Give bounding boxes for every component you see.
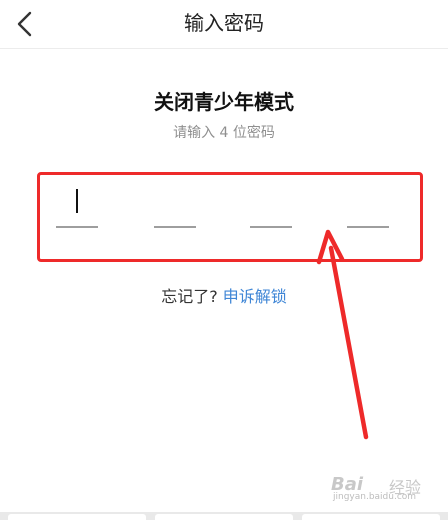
- password-hint: 请输入 4 位密码: [173, 125, 275, 141]
- text-cursor: [76, 189, 78, 213]
- pin-digit-2[interactable]: [154, 226, 196, 228]
- keyboard-key: [8, 514, 146, 520]
- appeal-unlock-link[interactable]: 申诉解锁: [223, 287, 287, 306]
- pin-digit-1[interactable]: [56, 226, 98, 228]
- forgot-password-row: 忘记了? 申诉解锁: [0, 286, 448, 308]
- top-navigation-bar: 输入密码: [0, 0, 448, 49]
- page-title: 输入密码: [184, 11, 264, 35]
- teen-mode-title: 关闭青少年模式: [154, 90, 294, 114]
- keyboard-key: [155, 514, 293, 520]
- watermark-url: jingyan.baidu.com: [333, 492, 417, 502]
- keyboard-key: [302, 514, 440, 520]
- pin-digit-3[interactable]: [250, 226, 292, 228]
- pin-input-highlight: [37, 172, 423, 262]
- baidu-jingyan-watermark: Bai 经验 jingyan.baidu.com: [331, 470, 441, 502]
- keyboard-top-edge: [0, 512, 448, 520]
- forgot-label: 忘记了?: [161, 287, 218, 306]
- pin-digit-4[interactable]: [347, 226, 389, 228]
